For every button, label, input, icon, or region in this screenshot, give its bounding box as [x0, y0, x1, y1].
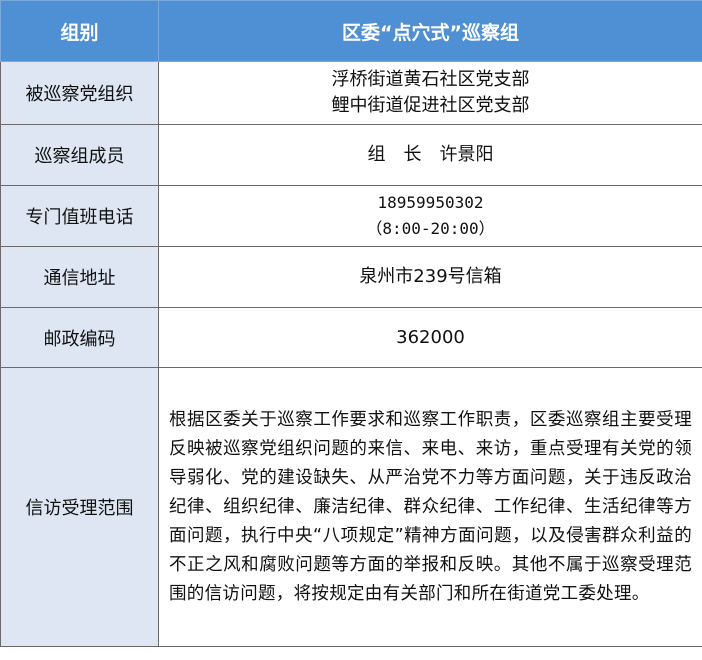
members-label: 巡察组成员: [0, 124, 159, 186]
org-line-2: 鲤中街道促进社区党支部: [331, 95, 530, 116]
phone-number: 18959950302: [377, 193, 484, 212]
inspection-info-table: 组别 区委“点穴式”巡察组 被巡察党组织 浮桥街道黄石社区党支部 鲤中街道促进社…: [0, 0, 702, 647]
table-row: 被巡察党组织 浮桥街道黄石社区党支部 鲤中街道促进社区党支部: [0, 61, 702, 125]
table-row: 通信地址 泉州市239号信箱: [0, 246, 702, 308]
postcode-value: 362000: [158, 307, 702, 368]
address-value: 泉州市239号信箱: [158, 246, 702, 308]
address-label: 通信地址: [0, 246, 159, 308]
scope-label: 信访受理范围: [0, 367, 159, 647]
header-group-label: 组别: [0, 0, 159, 62]
phone-label: 专门值班电话: [0, 185, 159, 247]
scope-text: 根据区委关于巡察工作要求和巡察工作职责，区委巡察组主要受理反映被巡察党组织问题的…: [158, 367, 702, 647]
phone-value: 18959950302 （8:00-20:00）: [158, 185, 702, 247]
table-row: 信访受理范围 根据区委关于巡察工作要求和巡察工作职责，区委巡察组主要受理反映被巡…: [0, 367, 702, 647]
table-row: 巡察组成员 组 长 许景阳: [0, 124, 702, 186]
postcode-label: 邮政编码: [0, 307, 159, 368]
org-label: 被巡察党组织: [0, 61, 159, 125]
header-row: 组别 区委“点穴式”巡察组: [0, 0, 702, 62]
org-value: 浮桥街道黄石社区党支部 鲤中街道促进社区党支部: [158, 61, 702, 125]
table-row: 邮政编码 362000: [0, 307, 702, 368]
phone-hours: （8:00-20:00）: [366, 219, 495, 238]
table-row: 专门值班电话 18959950302 （8:00-20:00）: [0, 185, 702, 247]
members-value: 组 长 许景阳: [158, 124, 702, 186]
header-group-name: 区委“点穴式”巡察组: [158, 0, 702, 62]
org-line-1: 浮桥街道黄石社区党支部: [331, 69, 530, 90]
